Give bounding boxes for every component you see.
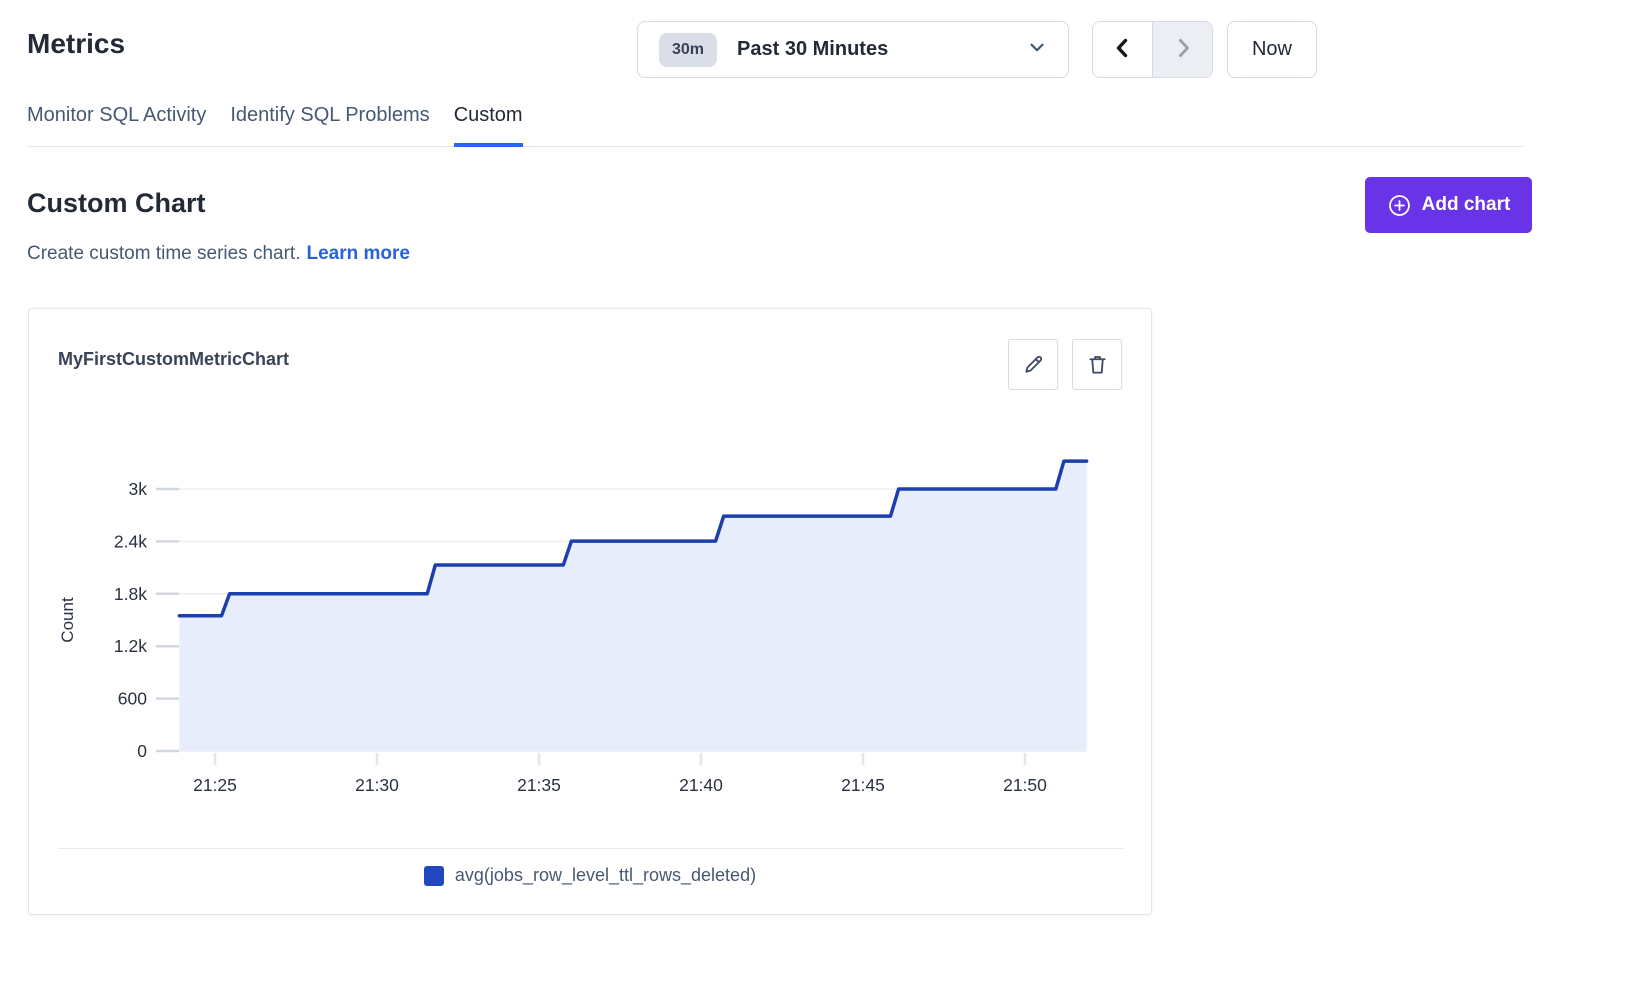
chart-title: MyFirstCustomMetricChart bbox=[58, 349, 289, 370]
metrics-page: Metrics 30m Past 30 Minutes Now Monito bbox=[0, 0, 1650, 982]
svg-text:3k: 3k bbox=[129, 479, 148, 499]
card-divider bbox=[58, 848, 1124, 849]
time-step-buttons bbox=[1092, 21, 1213, 78]
svg-text:Count: Count bbox=[58, 597, 77, 643]
custom-chart-card: MyFirstCustomMetricChart 0 600 1.2k 1.8k 2.4… bbox=[28, 308, 1152, 915]
section-heading: Custom Chart bbox=[27, 188, 206, 219]
svg-text:1.2k: 1.2k bbox=[114, 636, 147, 656]
delete-chart-button[interactable] bbox=[1072, 339, 1122, 390]
next-interval-button[interactable] bbox=[1152, 22, 1212, 77]
prev-interval-button[interactable] bbox=[1093, 22, 1152, 77]
tab-monitor-sql-activity[interactable]: Monitor SQL Activity bbox=[27, 100, 206, 147]
tab-identify-sql-problems[interactable]: Identify SQL Problems bbox=[230, 100, 429, 147]
svg-text:1.8k: 1.8k bbox=[114, 584, 147, 604]
legend-label: avg(jobs_row_level_ttl_rows_deleted) bbox=[455, 865, 756, 886]
svg-text:21:40: 21:40 bbox=[679, 775, 723, 795]
chevron-down-icon bbox=[1026, 36, 1048, 63]
time-range-badge: 30m bbox=[659, 33, 717, 67]
svg-text:21:25: 21:25 bbox=[193, 775, 237, 795]
add-chart-button[interactable]: Add chart bbox=[1365, 177, 1532, 233]
pencil-icon bbox=[1022, 353, 1045, 376]
add-chart-label: Add chart bbox=[1422, 194, 1511, 216]
chevron-right-icon bbox=[1171, 36, 1195, 63]
plus-circle-icon bbox=[1387, 193, 1412, 218]
chevron-left-icon bbox=[1111, 36, 1135, 63]
legend-item[interactable]: avg(jobs_row_level_ttl_rows_deleted) bbox=[424, 865, 756, 886]
section-description: Create custom time series chart.Learn mo… bbox=[27, 243, 410, 265]
page-title: Metrics bbox=[27, 28, 125, 60]
svg-text:2.4k: 2.4k bbox=[114, 531, 147, 551]
svg-text:21:30: 21:30 bbox=[355, 775, 399, 795]
edit-chart-button[interactable] bbox=[1008, 339, 1058, 390]
svg-text:21:35: 21:35 bbox=[517, 775, 561, 795]
chart-legend: avg(jobs_row_level_ttl_rows_deleted) bbox=[29, 865, 1151, 886]
svg-text:21:50: 21:50 bbox=[1003, 775, 1047, 795]
trash-icon bbox=[1086, 353, 1109, 376]
legend-swatch bbox=[424, 866, 444, 886]
now-button[interactable]: Now bbox=[1227, 21, 1317, 78]
chart-plot: 0 600 1.2k 1.8k 2.4k 3k 21:25 21:30 21:35 21:40 21… bbox=[29, 309, 1153, 916]
tab-bar: Monitor SQL Activity Identify SQL Proble… bbox=[27, 100, 1523, 147]
time-range-label: Past 30 Minutes bbox=[737, 38, 1026, 61]
time-controls: 30m Past 30 Minutes Now bbox=[637, 21, 1317, 78]
time-range-dropdown[interactable]: 30m Past 30 Minutes bbox=[637, 21, 1069, 78]
svg-text:600: 600 bbox=[118, 689, 147, 709]
learn-more-link[interactable]: Learn more bbox=[306, 243, 409, 264]
svg-text:21:45: 21:45 bbox=[841, 775, 885, 795]
tab-custom[interactable]: Custom bbox=[454, 100, 523, 147]
svg-text:0: 0 bbox=[137, 741, 147, 761]
